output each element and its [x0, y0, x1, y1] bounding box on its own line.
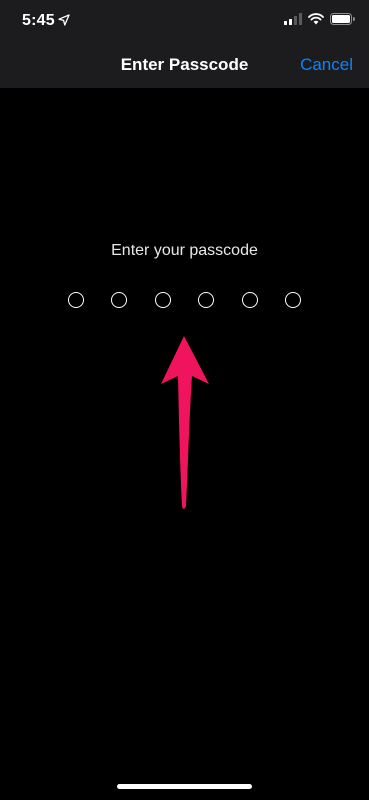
passcode-prompt: Enter your passcode	[111, 242, 258, 259]
location-arrow-icon	[58, 13, 70, 26]
home-indicator[interactable]	[117, 784, 252, 789]
cellular-signal-icon	[284, 12, 302, 30]
cancel-button[interactable]: Cancel	[300, 55, 353, 75]
status-bar: 5:45	[0, 0, 369, 44]
passcode-digit-dot	[154, 292, 171, 308]
navigation-bar: Enter Passcode Cancel	[0, 44, 369, 88]
status-time: 5:45	[22, 12, 55, 29]
wifi-icon	[308, 12, 324, 30]
top-bar-area: 5:45 Enter Passcode Cancel	[0, 0, 369, 88]
passcode-digit-dot	[111, 292, 128, 308]
passcode-dots[interactable]	[68, 290, 301, 310]
passcode-digit-dot	[284, 292, 301, 308]
status-indicators	[284, 12, 355, 30]
passcode-digit-dot	[198, 292, 215, 308]
arrow-up-icon	[155, 332, 215, 512]
battery-icon	[330, 12, 355, 30]
passcode-digit-dot	[68, 292, 84, 308]
passcode-digit-dot	[241, 292, 258, 308]
